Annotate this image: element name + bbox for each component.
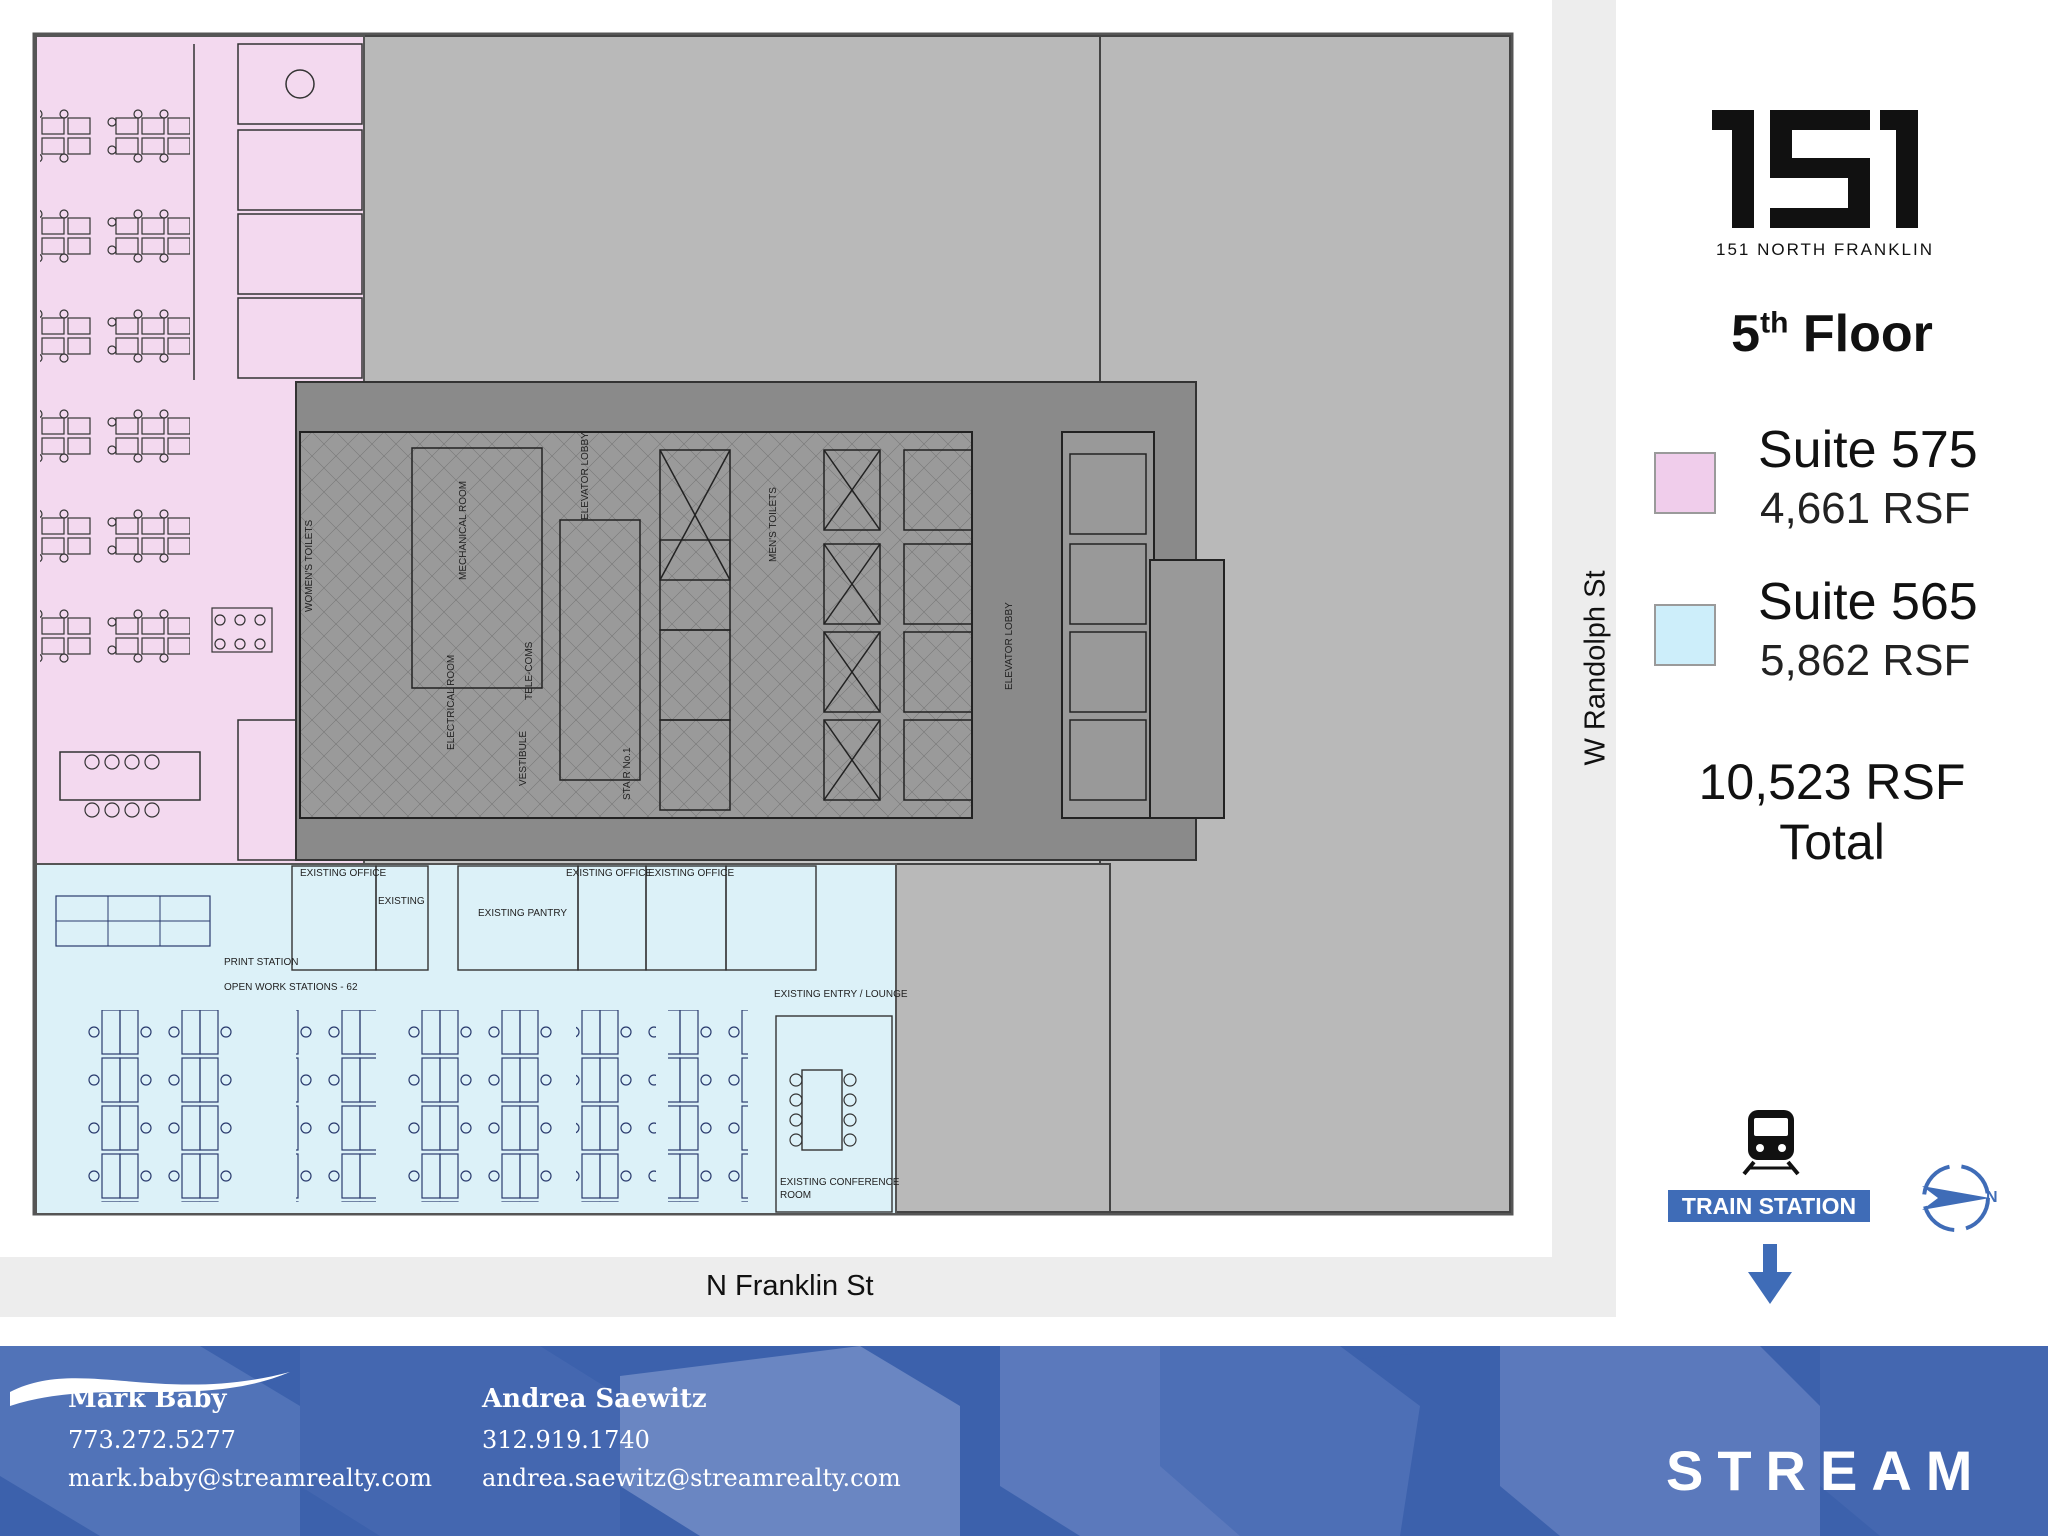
floor-word: Floor [1802, 305, 1933, 363]
floor-suffix: th [1760, 306, 1789, 340]
suite-565-swatch [1654, 604, 1716, 666]
floor-number: 5 [1731, 305, 1761, 363]
floor-title: 5th Floor [1642, 304, 2022, 364]
label-existing-office-2: EXISTING OFFICE [566, 868, 652, 879]
label-print-station: PRINT STATION [224, 957, 298, 968]
suite-565-rsf: 5,862 RSF [1760, 636, 1971, 685]
label-stair-no1: STAIR No.1 [622, 747, 633, 800]
contact-name: Andrea Saewitz [482, 1384, 707, 1414]
train-icon [1742, 1110, 1800, 1176]
arrow-down-icon [1748, 1244, 1792, 1304]
151-logo [1712, 110, 1918, 228]
label-electrical-room: ELECTRICAL ROOM [446, 655, 457, 750]
stream-logo: STREAM [1666, 1439, 1987, 1502]
suite-575-swatch [1654, 452, 1716, 514]
contact-email[interactable]: andrea.saewitz@streamrealty.com [482, 1464, 901, 1492]
total-value: 10,523 RSF [1698, 754, 1966, 810]
label-mechanical-room: MECHANICAL ROOM [458, 481, 469, 580]
stream-wave-icon [10, 1372, 290, 1406]
label-telecoms: TELE-COMS [524, 641, 535, 700]
label-vestibule: VESTIBULE [518, 731, 529, 786]
property-name: 151 NORTH FRANKLIN [1715, 240, 1934, 259]
suite-575-rsf: 4,661 RSF [1760, 484, 1971, 533]
label-existing-office-1: EXISTING OFFICE [300, 868, 386, 879]
label-mens-toilets: MEN'S TOILETS [768, 487, 779, 562]
label-conference-2: ROOM [780, 1190, 811, 1201]
total-label: Total [1779, 814, 1885, 870]
suite-565-name: Suite 565 [1758, 573, 1978, 631]
total-rsf: 10,523 RSF Total [1642, 752, 2022, 872]
label-conference-1: EXISTING CONFERENCE [780, 1177, 900, 1188]
train-station-badge: TRAIN STATION [1668, 1190, 1870, 1222]
north-arrow-icon: N [1922, 1164, 1998, 1232]
label-elevator-lobby-2: ELEVATOR LOBBY [1004, 602, 1015, 690]
label-elevator-lobby-1: ELEVATOR LOBBY [580, 432, 591, 520]
label-entry-lounge: EXISTING ENTRY / LOUNGE [774, 989, 908, 1000]
label-existing: EXISTING [378, 896, 425, 907]
label-open-work-stations: OPEN WORK STATIONS - 62 [224, 982, 358, 993]
floor-plan: EXISTING OFFICE EXISTING EXISTING PANTRY… [32, 32, 1514, 1216]
compass-n-label: N [1986, 1189, 1998, 1206]
contact-email[interactable]: mark.baby@streamrealty.com [68, 1464, 432, 1492]
label-existing-pantry: EXISTING PANTRY [478, 908, 567, 919]
label-existing-office-3: EXISTING OFFICE [648, 868, 734, 879]
street-label-randolph: W Randolph St [1579, 570, 1612, 766]
label-womens-toilets: WOMEN'S TOILETS [304, 520, 315, 612]
footer: Mark Bâby 773.272.5277 mark.baby@streamr… [0, 1346, 2048, 1536]
street-label-franklin: N Franklin St [706, 1270, 874, 1302]
contact-phone[interactable]: 312.919.1740 [482, 1426, 901, 1454]
contact-card-2: Andrea Saewitz 312.919.1740 andrea.saewi… [482, 1384, 901, 1502]
suite-575-name: Suite 575 [1758, 421, 1978, 479]
